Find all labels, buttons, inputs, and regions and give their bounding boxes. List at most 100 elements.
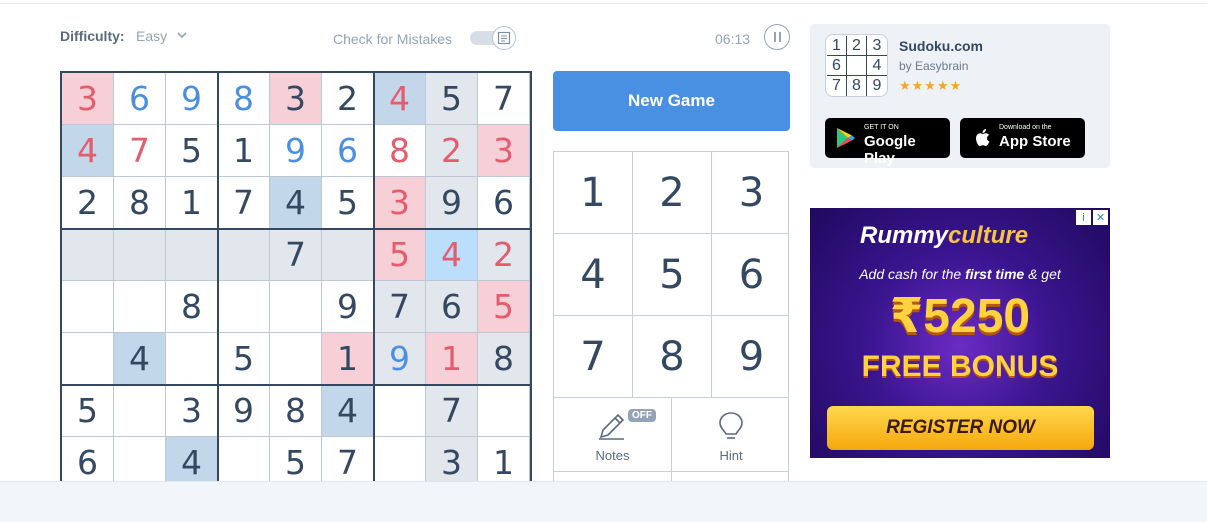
number-key[interactable]: 1 <box>554 152 633 234</box>
board-cell[interactable]: 9 <box>218 385 270 437</box>
top-divider <box>0 3 1207 4</box>
board-cell[interactable]: 3 <box>270 73 322 125</box>
board-cell[interactable]: 5 <box>322 177 374 229</box>
board-cell[interactable]: 4 <box>114 333 166 385</box>
board-cell[interactable] <box>166 333 218 385</box>
board-cell[interactable]: 7 <box>426 385 478 437</box>
board-cell[interactable]: 4 <box>270 177 322 229</box>
number-key[interactable]: 2 <box>633 152 712 234</box>
pause-icon-bar <box>778 32 781 42</box>
board-cell[interactable]: 6 <box>322 125 374 177</box>
advertisement[interactable]: i ✕ Rummyculture Add cash for the first … <box>810 208 1110 458</box>
board-cell[interactable]: 3 <box>374 177 426 229</box>
number-key[interactable]: 7 <box>554 316 633 398</box>
notes-state-badge: OFF <box>628 409 656 422</box>
board-cell[interactable] <box>218 281 270 333</box>
board-cell[interactable]: 9 <box>374 333 426 385</box>
board-cell[interactable]: 5 <box>62 385 114 437</box>
board-cell[interactable]: 2 <box>478 229 530 281</box>
board-cell[interactable]: 6 <box>478 177 530 229</box>
board-cell[interactable]: 1 <box>426 333 478 385</box>
board-cell[interactable]: 8 <box>166 281 218 333</box>
box-divider-vertical <box>373 73 375 501</box>
number-key[interactable]: 6 <box>712 234 788 316</box>
ad-brand-part-a: Rummy <box>860 222 949 249</box>
board-cell[interactable]: 6 <box>426 281 478 333</box>
pause-icon-bar <box>773 32 776 42</box>
board-cell[interactable] <box>270 281 322 333</box>
board-cell[interactable]: 7 <box>218 177 270 229</box>
erase-button[interactable] <box>672 472 788 481</box>
board-cell[interactable] <box>114 229 166 281</box>
hint-button[interactable]: Hint <box>672 398 788 472</box>
board-cell[interactable] <box>374 385 426 437</box>
app-rating-stars: ★★★★★ <box>899 78 963 93</box>
board-cell[interactable]: 8 <box>270 385 322 437</box>
check-mistakes-toggle-knob[interactable] <box>492 26 516 50</box>
board-cell[interactable]: 4 <box>62 125 114 177</box>
board-cell[interactable]: 1 <box>166 177 218 229</box>
board-cell[interactable]: 3 <box>166 385 218 437</box>
board-cell[interactable]: 8 <box>478 333 530 385</box>
board-cell[interactable]: 5 <box>218 333 270 385</box>
board-cell[interactable] <box>62 333 114 385</box>
ad-register-button[interactable]: REGISTER NOW <box>827 406 1094 450</box>
ad-info-icon[interactable]: i <box>1076 210 1091 225</box>
difficulty-select[interactable]: Easy <box>136 28 167 44</box>
app-icon-digit: 8 <box>847 76 867 96</box>
chevron-down-icon[interactable] <box>177 28 187 42</box>
board-cell[interactable] <box>62 229 114 281</box>
board-cell[interactable]: 1 <box>322 333 374 385</box>
board-cell[interactable]: 4 <box>322 385 374 437</box>
pause-button[interactable] <box>764 24 790 50</box>
board-cell[interactable] <box>322 229 374 281</box>
box-divider-vertical <box>217 73 219 501</box>
board-cell[interactable]: 2 <box>426 125 478 177</box>
app-icon: 12364789 <box>825 34 888 97</box>
board-cell[interactable] <box>62 281 114 333</box>
board-cell[interactable]: 5 <box>374 229 426 281</box>
board-cell[interactable]: 7 <box>374 281 426 333</box>
board-cell[interactable]: 9 <box>426 177 478 229</box>
ad-close-icon[interactable]: ✕ <box>1093 210 1108 225</box>
board-cell[interactable]: 7 <box>270 229 322 281</box>
number-key[interactable]: 5 <box>633 234 712 316</box>
board-cell[interactable]: 2 <box>62 177 114 229</box>
new-game-button[interactable]: New Game <box>553 71 790 131</box>
difficulty-label: Difficulty: <box>60 28 125 44</box>
board-cell[interactable]: 5 <box>426 73 478 125</box>
board-cell[interactable] <box>166 229 218 281</box>
board-cell[interactable] <box>478 385 530 437</box>
board-cell[interactable]: 1 <box>218 125 270 177</box>
notes-button[interactable]: OFF Notes <box>554 398 672 472</box>
board-cell[interactable]: 4 <box>374 73 426 125</box>
number-key[interactable]: 9 <box>712 316 788 398</box>
board-cell[interactable]: 9 <box>322 281 374 333</box>
board-cell[interactable]: 5 <box>478 281 530 333</box>
board-cell[interactable]: 4 <box>426 229 478 281</box>
board-cell[interactable]: 2 <box>322 73 374 125</box>
board-cell[interactable] <box>218 229 270 281</box>
board-cell[interactable] <box>114 281 166 333</box>
number-key[interactable]: 3 <box>712 152 788 234</box>
board-cell[interactable]: 3 <box>478 125 530 177</box>
app-icon-digit: 4 <box>867 56 887 76</box>
board-cell[interactable] <box>114 385 166 437</box>
board-cell[interactable]: 8 <box>374 125 426 177</box>
board-cell[interactable]: 7 <box>114 125 166 177</box>
undo-button[interactable] <box>554 472 672 481</box>
number-key[interactable]: 8 <box>633 316 712 398</box>
board-cell[interactable]: 5 <box>166 125 218 177</box>
board-cell[interactable]: 9 <box>166 73 218 125</box>
board-cell[interactable]: 3 <box>62 73 114 125</box>
board-cell[interactable]: 8 <box>114 177 166 229</box>
board-cell[interactable]: 7 <box>478 73 530 125</box>
board-cell[interactable] <box>270 333 322 385</box>
app-store-button[interactable]: Download on the App Store <box>960 118 1085 158</box>
board-cell[interactable]: 8 <box>218 73 270 125</box>
number-key[interactable]: 4 <box>554 234 633 316</box>
board-cell[interactable]: 9 <box>270 125 322 177</box>
google-play-button[interactable]: GET IT ON Google Play <box>825 118 950 167</box>
app-icon-digit: 7 <box>827 76 847 96</box>
board-cell[interactable]: 6 <box>114 73 166 125</box>
